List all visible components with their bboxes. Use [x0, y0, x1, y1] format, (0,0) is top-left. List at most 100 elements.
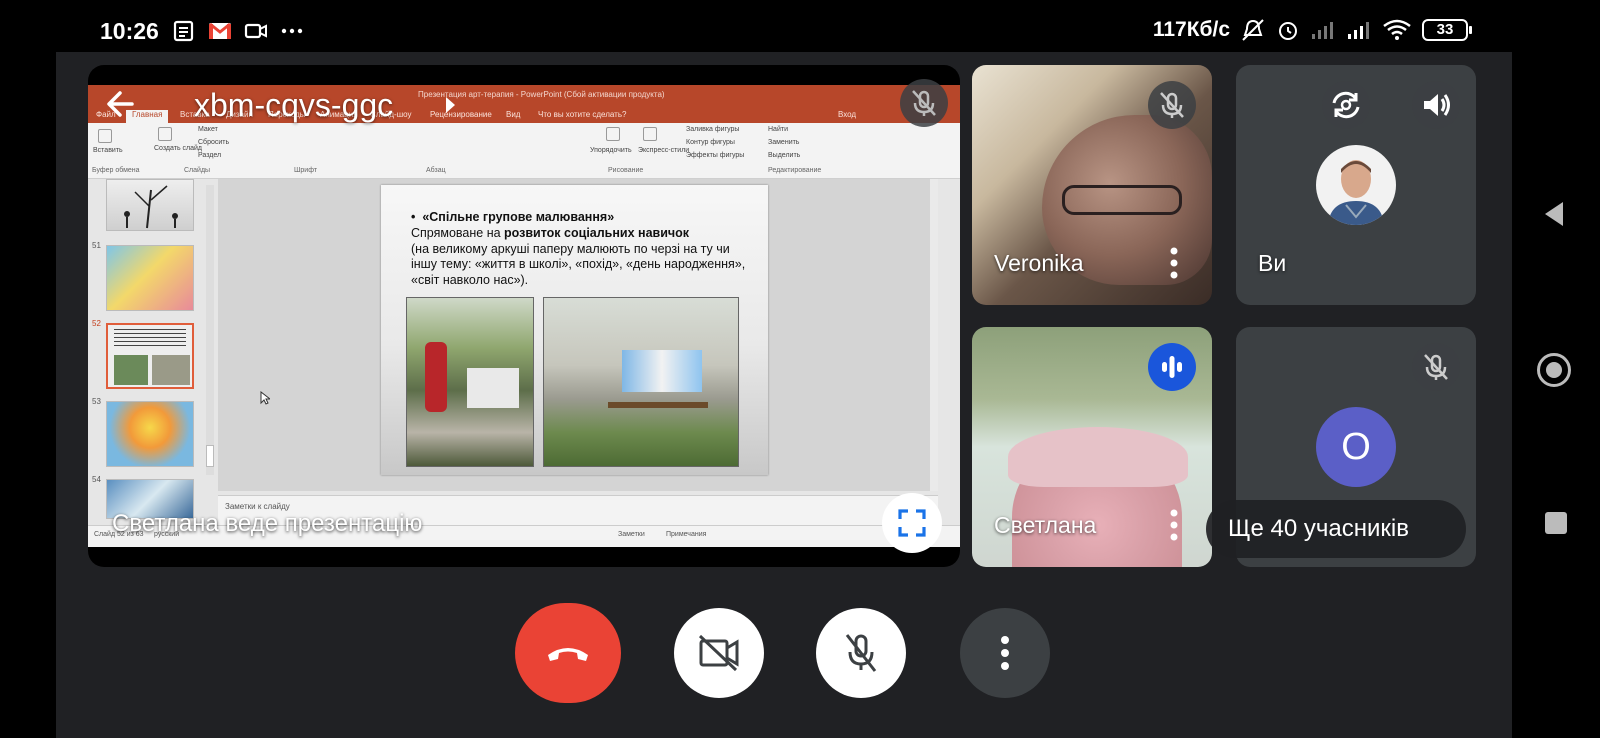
- end-call-button[interactable]: [515, 603, 621, 703]
- slide-photo-children-poster: [543, 297, 739, 467]
- ribbon-shape-effects: Эффекты фигуры: [686, 152, 745, 159]
- thumb-text-lines: [114, 329, 186, 347]
- wifi-icon: [1383, 19, 1411, 40]
- switch-camera-button[interactable]: [1322, 81, 1370, 129]
- speaking-indicator: [1148, 343, 1196, 391]
- photo-poster: [622, 350, 702, 392]
- nav-home-icon[interactable]: [1537, 353, 1571, 387]
- slide-thumbnail[interactable]: [106, 401, 194, 467]
- ppt-tab-review: Рецензирование: [430, 110, 492, 119]
- ribbon-replace: Заменить: [768, 139, 800, 146]
- arrange-icon: [606, 127, 620, 141]
- thumb-photo: [152, 355, 190, 385]
- fullscreen-icon: [898, 509, 926, 537]
- switch-camera-icon: [1332, 91, 1360, 119]
- participant-tile-veronika[interactable]: Veronika: [972, 65, 1212, 305]
- participant-name: Veronika: [994, 250, 1084, 276]
- mic-off-icon: [1424, 354, 1448, 380]
- more-vert-icon: [1001, 636, 1009, 670]
- back-arrow-icon[interactable]: [102, 85, 140, 123]
- quick-styles-icon: [643, 127, 657, 141]
- avatar: [1316, 145, 1396, 225]
- status-notes: Заметки: [618, 531, 645, 538]
- more-dots-icon: [281, 28, 303, 34]
- battery-icon: 33: [1422, 19, 1472, 41]
- chevron-right-icon[interactable]: [446, 97, 455, 113]
- participant-name: Ви: [1258, 250, 1287, 276]
- status-comments: Примечания: [666, 531, 707, 538]
- more-vert-icon[interactable]: [1170, 247, 1178, 279]
- gmail-icon: [209, 22, 231, 39]
- video-icon: [244, 23, 267, 39]
- ppt-tab-signin: Вход: [838, 110, 857, 119]
- bell-muted-icon: [1242, 19, 1264, 41]
- scroll-thumb[interactable]: [206, 445, 214, 467]
- ribbon-arrange: Упорядочить: [590, 147, 632, 154]
- slide-thumbnail[interactable]: [106, 245, 194, 311]
- mic-off-icon: [1160, 92, 1184, 118]
- slide: • «Спільне групове малювання» Спрямоване…: [381, 185, 768, 475]
- photo-figure: [425, 342, 447, 412]
- slide-photo-children-drawing: [406, 297, 534, 467]
- participant-tile-svetlana[interactable]: Светлана: [972, 327, 1212, 567]
- powerpoint-window: Презентация арт-терапия - PowerPoint (Сб…: [88, 85, 960, 547]
- more-options-button[interactable]: [960, 608, 1050, 698]
- slide-scrollbar[interactable]: [930, 179, 938, 491]
- group-slides: Слайды: [184, 167, 211, 174]
- more-participants-button[interactable]: Ще 40 учасників: [1206, 500, 1466, 558]
- thumb-number: 54: [92, 475, 101, 484]
- presentation-tile[interactable]: Презентация арт-терапия - PowerPoint (Сб…: [88, 65, 960, 567]
- thumb-art: [124, 185, 178, 229]
- mic-toggle-button[interactable]: [816, 608, 906, 698]
- avatar-photo: [1316, 145, 1396, 225]
- participant-tile-self[interactable]: Ви: [1236, 65, 1476, 305]
- fullscreen-button[interactable]: [882, 493, 942, 553]
- ribbon-find: Найти: [768, 126, 788, 133]
- network-speed: 117Кб/с: [1152, 18, 1230, 41]
- photo-table: [467, 368, 519, 408]
- nav-recents-icon[interactable]: [1545, 512, 1567, 534]
- group-clipboard: Буфер обмена: [92, 167, 140, 174]
- thumb-number: 52: [92, 319, 101, 328]
- ribbon-layout: Макет: [198, 126, 218, 133]
- ppt-tab-tellme: Что вы хотите сделать?: [538, 110, 627, 119]
- mouse-cursor-icon: [260, 391, 270, 405]
- more-vert-icon[interactable]: [1170, 509, 1178, 541]
- meeting-code[interactable]: xbm-cqvs-ggc: [194, 87, 393, 124]
- camera-toggle-button[interactable]: [674, 608, 764, 698]
- slide-thumbnail-selected[interactable]: [106, 323, 194, 389]
- group-font: Шрифт: [294, 167, 318, 174]
- status-notifications: [172, 20, 304, 42]
- phone-hangup-icon: [548, 648, 588, 661]
- hair: [1008, 427, 1188, 487]
- status-bar: 10:26 117Кб/с 33: [0, 0, 1600, 52]
- camera-off-icon: [698, 634, 739, 672]
- status-time: 10:26: [100, 18, 159, 44]
- ribbon-shape-outline: Контур фигуры: [686, 139, 735, 146]
- more-participants-label: Ще 40 учасників: [1228, 515, 1409, 542]
- slide-body: Спрямоване на розвиток соціальних навичо…: [411, 226, 756, 288]
- group-drawing: Рисование: [608, 167, 644, 174]
- thumb-number: 51: [92, 241, 101, 250]
- ribbon-section: Раздел: [198, 152, 222, 159]
- screen: 10:26 117Кб/с 33 Презентация арт-терапия…: [0, 0, 1600, 738]
- photo-bench: [608, 402, 708, 408]
- ppt-ribbon: Вставить Создать слайд Макет Сбросить Ра…: [88, 123, 960, 179]
- veronika-mute-indicator: [1148, 81, 1196, 129]
- thumb-number: 53: [92, 397, 101, 406]
- nav-back-icon[interactable]: [1543, 200, 1565, 228]
- avatar: O: [1316, 407, 1396, 487]
- slide-thumbnail: [106, 179, 194, 231]
- slide-line1-bold: розвиток соціальних навичок: [504, 226, 690, 240]
- slide-canvas: • «Спільне групове малювання» Спрямоване…: [218, 179, 938, 491]
- status-right: 117Кб/с 33: [1152, 18, 1472, 42]
- signal-icon: [1348, 22, 1369, 39]
- ribbon-reset: Сбросить: [198, 139, 230, 146]
- ribbon-shape-fill: Заливка фигуры: [686, 126, 740, 133]
- audio-output-button[interactable]: [1412, 81, 1460, 129]
- glasses: [1062, 185, 1182, 215]
- slide-line1-prefix: Спрямоване на: [411, 226, 505, 240]
- ribbon-paste: Вставить: [93, 147, 123, 154]
- thumbs-scrollbar[interactable]: [206, 185, 214, 475]
- audio-level-icon: [1162, 356, 1182, 378]
